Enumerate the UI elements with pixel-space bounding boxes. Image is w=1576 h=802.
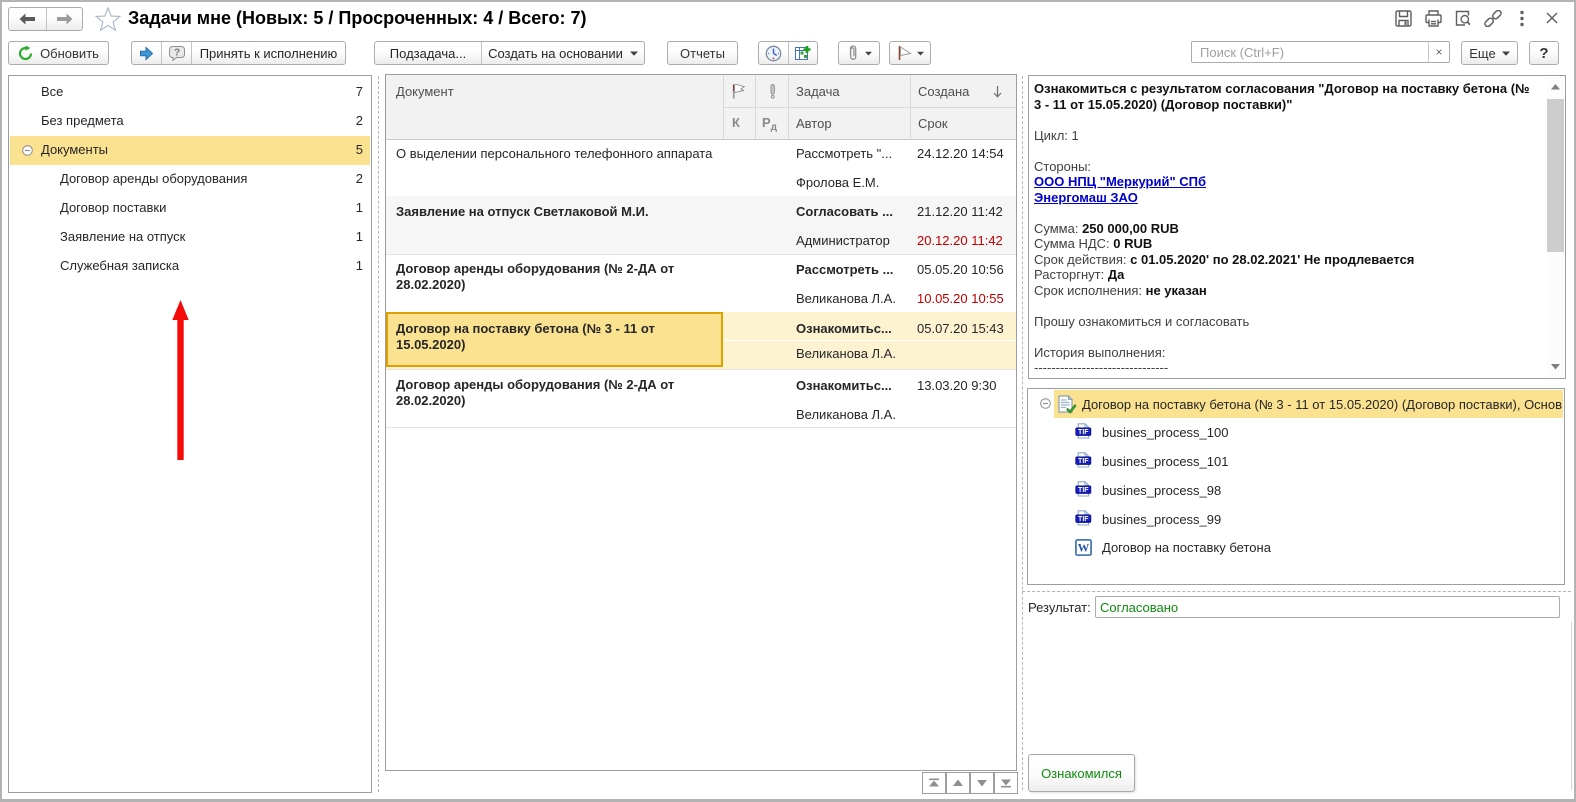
svg-text:?: ?: [173, 47, 179, 58]
svg-text:W: W: [1078, 543, 1090, 555]
